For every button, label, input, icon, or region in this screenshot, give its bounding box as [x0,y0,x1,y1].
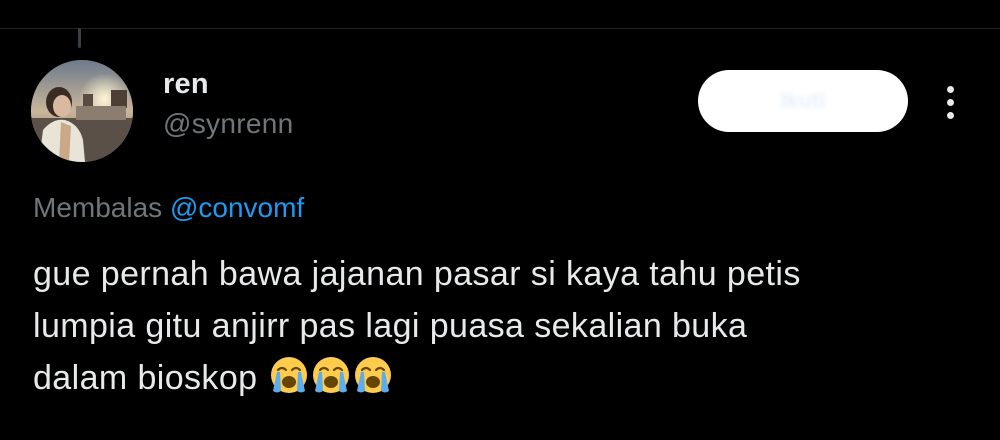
avatar[interactable] [31,60,133,162]
author-display-name[interactable]: ren [163,68,209,101]
tweet-text-line: lumpia gitu anjirr pas lagi puasa sekali… [33,307,748,345]
more-icon-dot [946,111,954,119]
tweet-text-line: dalam bioskop [33,352,963,404]
thread-connector-line [78,28,81,48]
tweet-text-line: gue pernah bawa jajanan pasar si kaya ta… [33,255,801,293]
more-icon-dot [946,98,954,106]
follow-button[interactable]: Ikuti [698,70,908,132]
more-icon-dot [946,85,954,93]
reply-prefix: Membalas [33,192,163,223]
avatar-photo [31,60,133,162]
author-handle[interactable]: @synrenn [163,108,293,140]
more-options-button[interactable] [930,80,970,124]
reply-context: Membalas @convomf [33,192,304,224]
follow-button-label: Ikuti [780,88,826,113]
loudly-crying-face-icon [353,355,393,395]
tweet-text-line-content: dalam bioskop [33,359,258,397]
reply-mention-link[interactable]: @convomf [170,192,304,223]
tweet-text: gue pernah bawa jajanan pasar si kaya ta… [33,248,963,404]
loudly-crying-face-icon [311,355,351,395]
loudly-crying-face-icon [269,355,309,395]
top-divider [0,28,1000,29]
